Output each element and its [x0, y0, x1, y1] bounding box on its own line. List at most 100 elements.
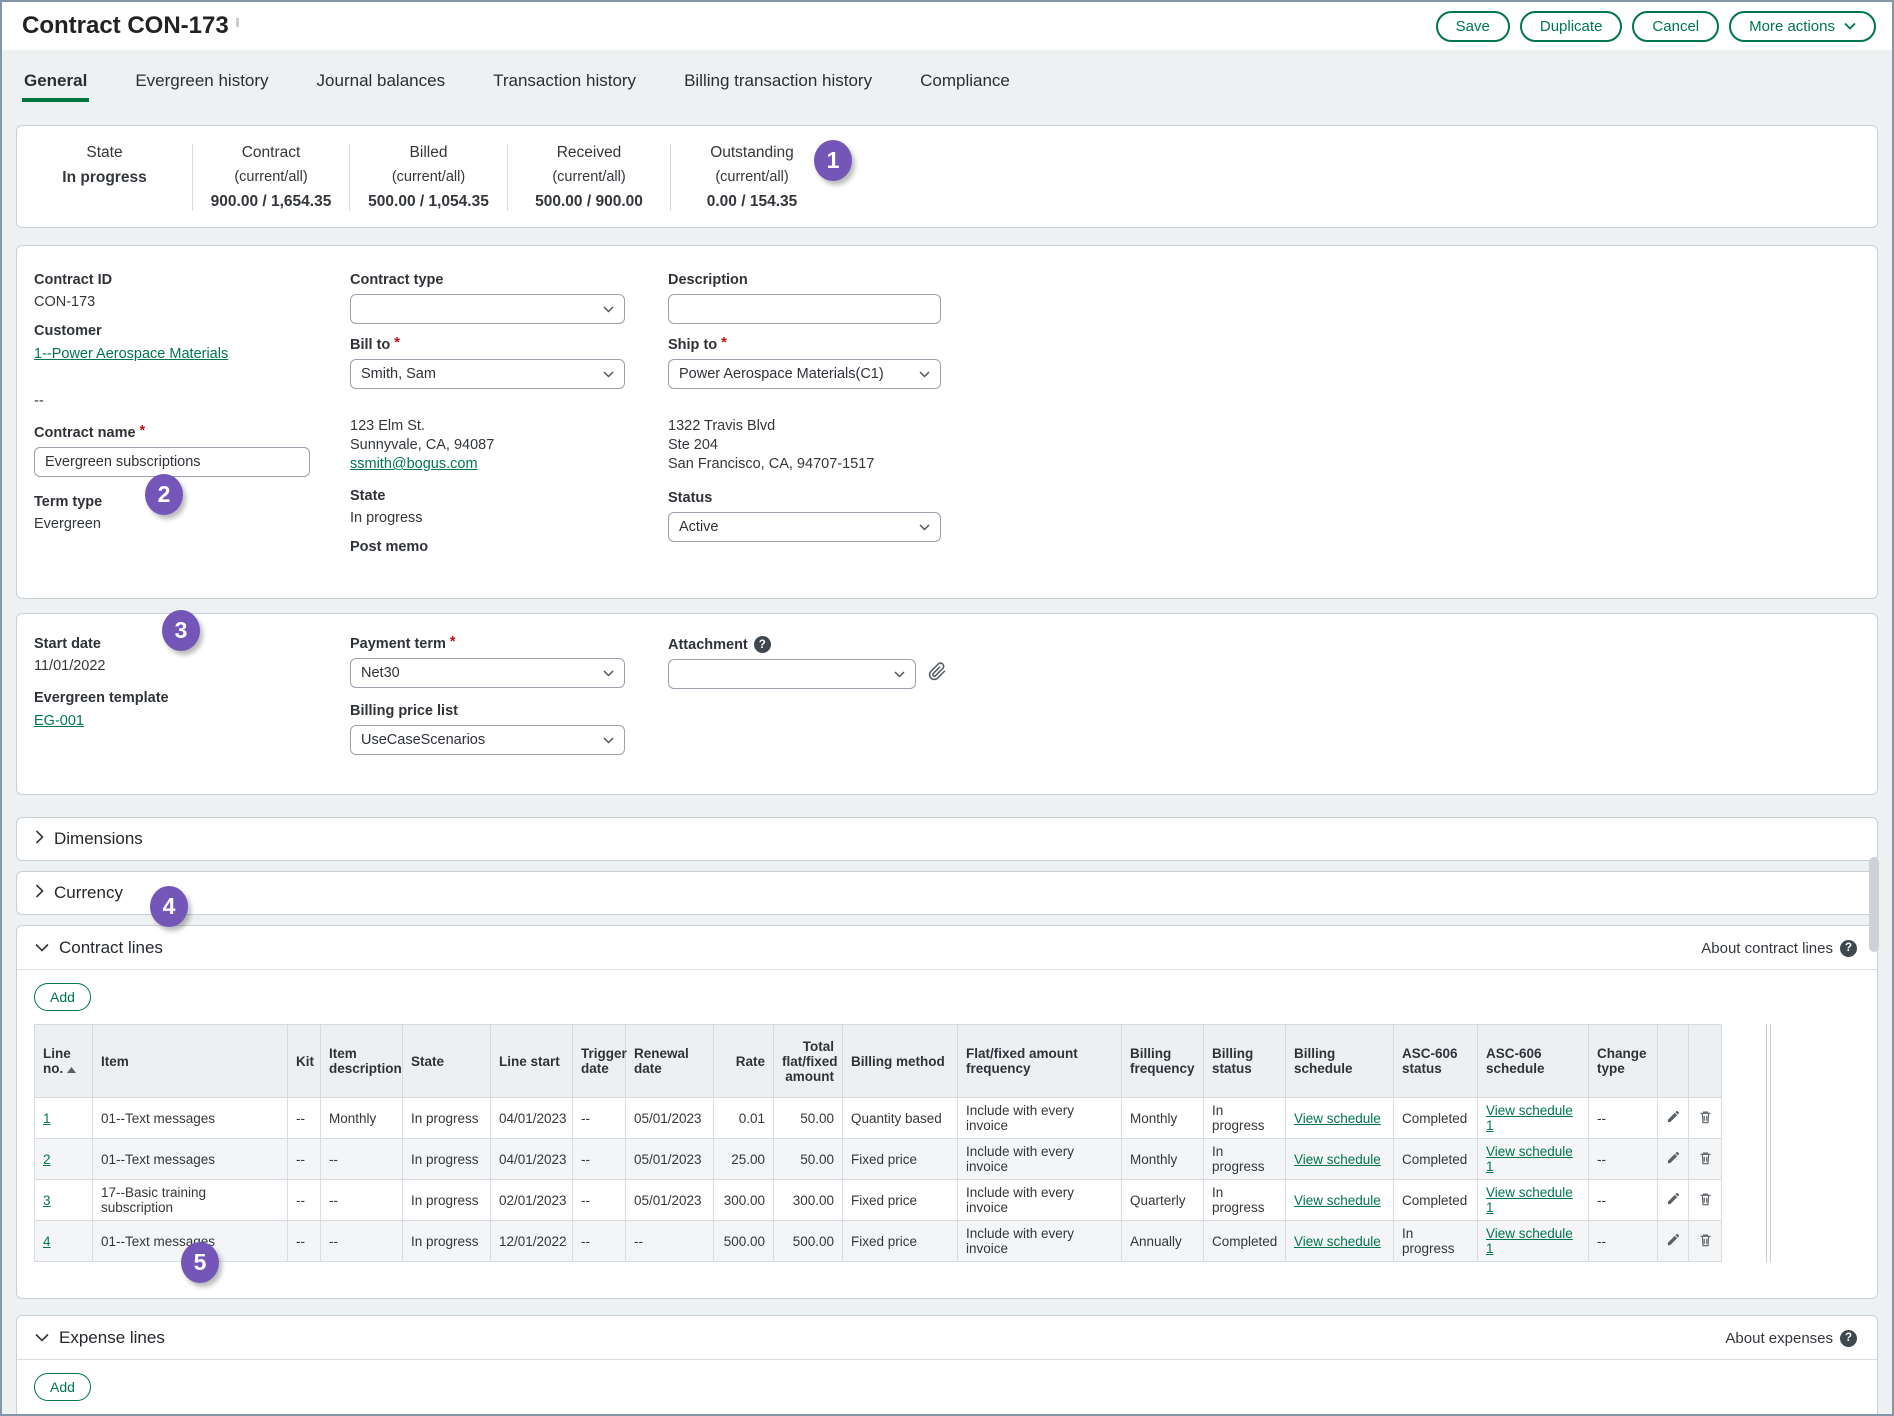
view-schedule-link[interactable]: View schedule [1294, 1234, 1381, 1249]
col-trigger-date: Trigger date [573, 1025, 626, 1098]
tab-compliance[interactable]: Compliance [918, 53, 1012, 109]
delete-row-button[interactable] [1689, 1098, 1722, 1139]
section-dimensions[interactable]: Dimensions [16, 817, 1878, 861]
ship-address-line1: 1322 Travis Blvd [668, 417, 1860, 436]
contract-lines-collapse[interactable]: Contract lines [35, 938, 163, 958]
delete-row-button[interactable] [1689, 1221, 1722, 1262]
help-icon[interactable]: ? [754, 636, 771, 653]
about-contract-lines: About contract lines ? [1701, 940, 1857, 957]
cell-billing-schedule: View schedule [1286, 1139, 1394, 1180]
paperclip-icon[interactable] [928, 662, 947, 686]
line-number-link[interactable]: 1 [43, 1111, 51, 1126]
page-title-text: Contract CON-173 [22, 12, 229, 40]
cell-line-no: 3 [35, 1180, 93, 1221]
evergreen-template-link[interactable]: EG-001 [34, 713, 84, 729]
view-schedule-1-link[interactable]: View schedule 1 [1486, 1226, 1573, 1256]
bill-address-line2: Sunnyvale, CA, 94087 [350, 436, 668, 455]
view-schedule-1-link[interactable]: View schedule 1 [1486, 1185, 1573, 1215]
attachment-select[interactable] [668, 659, 916, 689]
save-button[interactable]: Save [1436, 11, 1510, 42]
edit-row-button[interactable] [1658, 1221, 1689, 1262]
delete-row-button[interactable] [1689, 1139, 1722, 1180]
status-select[interactable]: Active [668, 512, 941, 542]
ship-to-value: Power Aerospace Materials(C1) [679, 366, 884, 382]
description-input[interactable] [668, 294, 941, 324]
tab-journal-balances[interactable]: Journal balances [315, 53, 448, 109]
help-icon[interactable]: ? [1840, 1330, 1857, 1347]
title-mark [236, 18, 239, 27]
tab-transaction-history[interactable]: Transaction history [491, 53, 638, 109]
add-contract-line-button[interactable]: Add [34, 983, 91, 1011]
contract-name-input[interactable] [34, 447, 310, 477]
expense-lines-collapse[interactable]: Expense lines [35, 1328, 165, 1348]
cell-billing-method: Fixed price [843, 1139, 958, 1180]
ship-to-label: Ship to * [668, 337, 1860, 353]
bill-to-email-link[interactable]: ssmith@bogus.com [350, 456, 478, 472]
line-number-link[interactable]: 3 [43, 1193, 51, 1208]
contract-type-select[interactable] [350, 294, 625, 324]
line-number-link[interactable]: 2 [43, 1152, 51, 1167]
view-schedule-1-link[interactable]: View schedule 1 [1486, 1103, 1573, 1133]
cell-billing-frequency: Monthly [1122, 1139, 1204, 1180]
tab-evergreen-history[interactable]: Evergreen history [133, 53, 270, 109]
ship-to-address: 1322 Travis Blvd Ste 204 San Francisco, … [668, 417, 1860, 474]
tab-general[interactable]: General [22, 53, 89, 109]
payment-term-select[interactable]: Net30 [350, 658, 625, 688]
cancel-button[interactable]: Cancel [1632, 11, 1719, 42]
cell-billing-status: In progress [1204, 1098, 1286, 1139]
summary-contract-value: 900.00 / 1,654.35 [203, 193, 339, 211]
expense-lines-title: Expense lines [59, 1328, 165, 1348]
cell-trigger-date: -- [573, 1139, 626, 1180]
chevron-down-icon [603, 737, 614, 744]
cell-billing-method: Fixed price [843, 1221, 958, 1262]
cell-item-description: -- [321, 1139, 403, 1180]
summary-state-label: State [27, 144, 182, 162]
cell-total-flat-fixed: 50.00 [774, 1139, 843, 1180]
billing-price-list-select[interactable]: UseCaseScenarios [350, 725, 625, 755]
col-kit: Kit [288, 1025, 321, 1098]
contract-lines-table: Line no. Item Kit Item description State… [34, 1024, 1722, 1262]
cell-change-type: -- [1589, 1180, 1658, 1221]
summary-contract: Contract (current/all) 900.00 / 1,654.35 [193, 144, 350, 211]
customer-link[interactable]: 1--Power Aerospace Materials [34, 346, 228, 362]
tab-billing-transaction-history[interactable]: Billing transaction history [682, 53, 874, 109]
delete-row-button[interactable] [1689, 1180, 1722, 1221]
customer-sub-field: -- [34, 393, 350, 409]
cell-rate: 300.00 [714, 1180, 774, 1221]
cell-line-start: 02/01/2023 [491, 1180, 573, 1221]
help-icon[interactable]: ? [1840, 940, 1857, 957]
line-number-link[interactable]: 4 [43, 1234, 51, 1249]
cell-trigger-date: -- [573, 1221, 626, 1262]
bill-to-select[interactable]: Smith, Sam [350, 359, 625, 389]
page-scrollbar[interactable] [1869, 857, 1879, 952]
more-actions-button[interactable]: More actions [1729, 11, 1876, 42]
section-currency-title: Currency [54, 883, 123, 903]
table-scrollbar[interactable] [1766, 1024, 1771, 1262]
cell-change-type: -- [1589, 1139, 1658, 1180]
edit-row-button[interactable] [1658, 1180, 1689, 1221]
view-schedule-1-link[interactable]: View schedule 1 [1486, 1144, 1573, 1174]
col-line-no[interactable]: Line no. [35, 1025, 93, 1098]
callout-badge-2: 2 [145, 474, 183, 515]
contract-type-label: Contract type [350, 272, 668, 288]
bill-address-line1: 123 Elm St. [350, 417, 668, 436]
section-currency[interactable]: Currency [16, 871, 1878, 915]
cell-kit: -- [288, 1180, 321, 1221]
edit-row-button[interactable] [1658, 1098, 1689, 1139]
chevron-down-icon [894, 671, 905, 678]
contract-type-field: Contract type [350, 272, 668, 324]
cell-billing-frequency: Annually [1122, 1221, 1204, 1262]
cell-renewal-date: 05/01/2023 [626, 1139, 714, 1180]
view-schedule-link[interactable]: View schedule [1294, 1111, 1381, 1126]
col-item: Item [93, 1025, 288, 1098]
edit-row-button[interactable] [1658, 1139, 1689, 1180]
view-schedule-link[interactable]: View schedule [1294, 1193, 1381, 1208]
view-schedule-link[interactable]: View schedule [1294, 1152, 1381, 1167]
cell-line-start: 12/01/2022 [491, 1221, 573, 1262]
ship-to-select[interactable]: Power Aerospace Materials(C1) [668, 359, 941, 389]
contract-lines-title: Contract lines [59, 938, 163, 958]
contract-id-label: Contract ID [34, 272, 350, 288]
duplicate-button[interactable]: Duplicate [1520, 11, 1623, 42]
col-item-description: Item description [321, 1025, 403, 1098]
add-expense-line-button[interactable]: Add [34, 1373, 91, 1401]
